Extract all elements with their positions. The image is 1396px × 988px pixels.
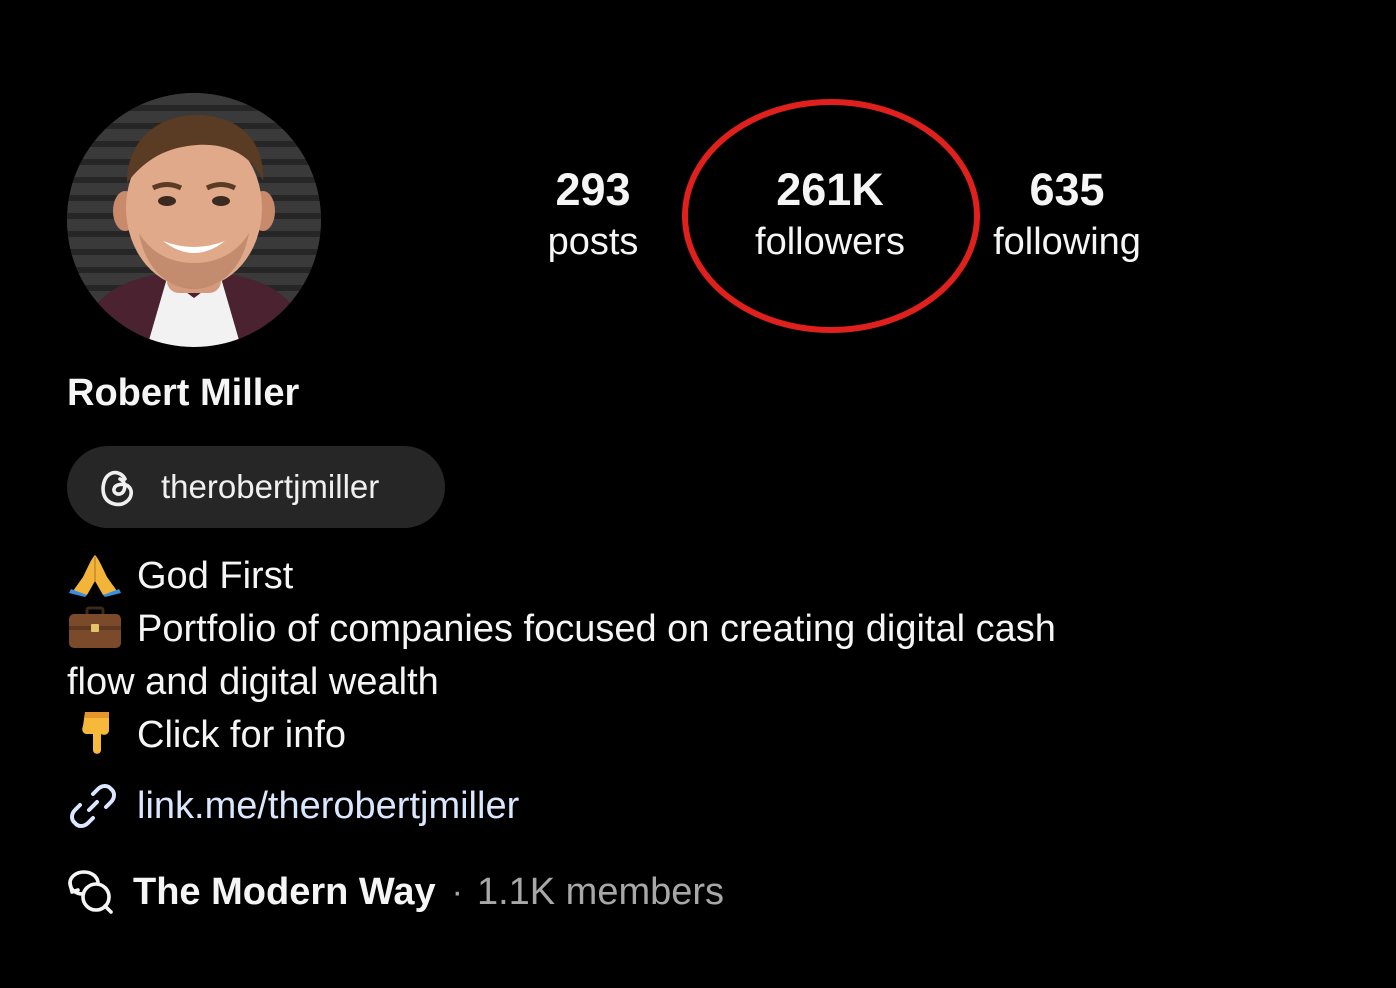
separator-dot: ·	[451, 872, 463, 911]
community-channel[interactable]: The Modern Way · 1.1K members	[67, 868, 724, 916]
profile-photo	[67, 93, 321, 347]
community-chat-icon	[68, 870, 113, 914]
bio-line: God First	[67, 550, 1247, 603]
posts-stat[interactable]: 293 posts	[483, 162, 703, 266]
threads-icon	[101, 470, 133, 507]
posts-count: 293	[555, 164, 631, 215]
bio-line-2-text: Portfolio of companies focused on creati…	[137, 608, 1056, 650]
profile-link[interactable]: link.me/therobertjmiller	[67, 780, 519, 832]
community-name: The Modern Way	[133, 870, 436, 913]
bio-line-4-text: Click for info	[137, 714, 347, 756]
posts-label: posts	[547, 221, 639, 263]
threads-handle: therobertjmiller	[161, 468, 380, 505]
pointing-down-emoji	[67, 710, 123, 756]
bio-line: Click for info	[67, 709, 1247, 762]
briefcase-emoji	[67, 604, 123, 650]
following-count: 635	[1029, 164, 1105, 215]
profile-name: Robert Miller	[67, 372, 300, 414]
bio-line: Portfolio of companies focused on creati…	[67, 603, 1247, 656]
following-label: following	[993, 221, 1141, 263]
bio: God First Portfolio of companies focused…	[67, 550, 1247, 762]
link-icon	[70, 784, 116, 828]
folded-hands-emoji	[67, 551, 123, 597]
avatar[interactable]	[67, 93, 321, 347]
bio-line-1-text: God First	[137, 555, 294, 597]
threads-badge-button[interactable]: therobertjmiller	[67, 446, 445, 528]
followers-label: followers	[755, 221, 905, 263]
followers-count: 261K	[776, 164, 884, 215]
link-url[interactable]: link.me/therobertjmiller	[137, 785, 519, 828]
following-stat[interactable]: 635 following	[957, 162, 1177, 266]
followers-stat[interactable]: 261K followers	[720, 162, 940, 266]
community-members-count: 1.1K members	[476, 870, 725, 913]
bio-line: flow and digital wealth	[67, 661, 439, 703]
